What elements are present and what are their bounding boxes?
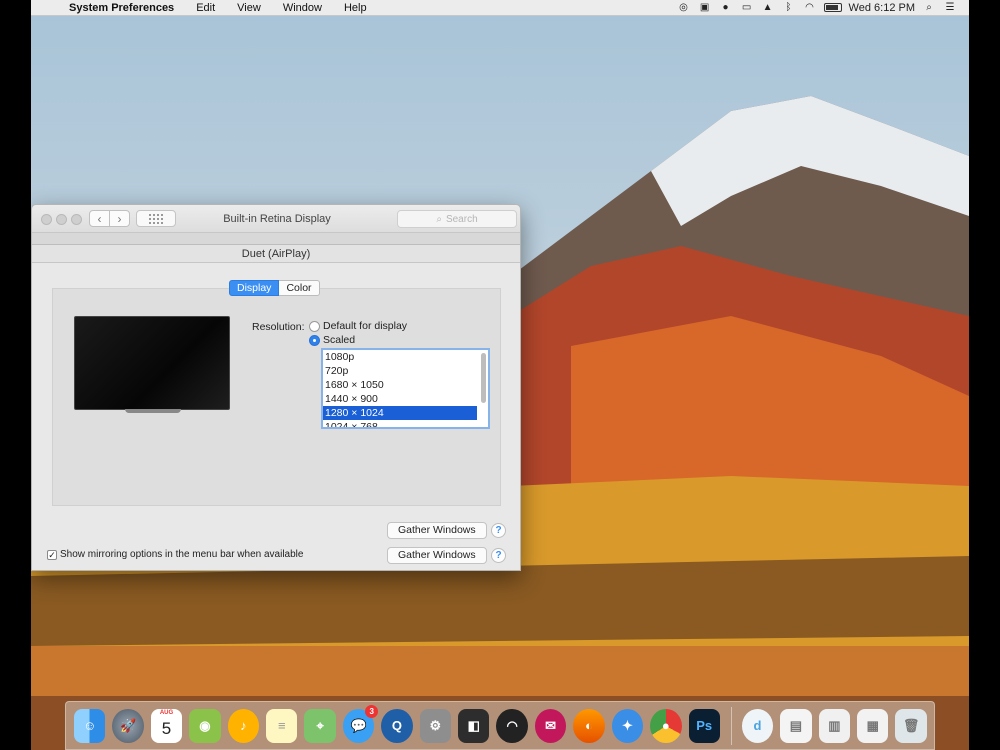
evernote-status-icon[interactable]: ● xyxy=(719,2,733,13)
finder-icon[interactable]: ☺ xyxy=(74,708,106,743)
minimize-window-button[interactable] xyxy=(56,214,67,225)
wifi-icon[interactable]: ◠ xyxy=(803,2,817,13)
search-icon: ⌕ xyxy=(436,213,442,225)
tab-color[interactable]: Color xyxy=(279,280,320,296)
calendar-day: 5 xyxy=(161,718,172,738)
scaled-radio[interactable] xyxy=(309,335,320,346)
tab-display[interactable]: Display xyxy=(229,280,280,296)
chrome-icon[interactable]: ● xyxy=(650,708,682,743)
launchpad-icon[interactable]: 🚀 xyxy=(112,708,144,743)
scaled-label[interactable]: Scaled xyxy=(323,334,355,346)
maps-icon[interactable]: ⌖ xyxy=(304,708,336,743)
zoom-window-button[interactable] xyxy=(71,214,82,225)
mirroring-status-icon[interactable]: ▭ xyxy=(740,2,754,13)
bluetooth-icon[interactable]: ᛒ xyxy=(782,2,796,13)
grid-icon xyxy=(149,213,163,224)
display-status-icon[interactable]: ▣ xyxy=(698,2,712,13)
clock[interactable]: Wed 6:12 PM xyxy=(849,2,915,14)
menu-view[interactable]: View xyxy=(226,2,272,14)
resolution-option[interactable]: 1024 × 768 xyxy=(323,420,477,427)
window-title: Built-in Retina Display xyxy=(223,213,331,225)
airplay-icon[interactable]: ▲ xyxy=(761,2,775,13)
system-preferences-icon[interactable]: ⚙ xyxy=(419,708,452,743)
search-input[interactable]: ⌕ Search xyxy=(397,210,517,228)
gather-windows-button[interactable]: Gather Windows xyxy=(387,522,487,539)
help-button-main[interactable]: ? xyxy=(491,548,506,563)
messages-icon[interactable]: 💬 3 xyxy=(342,704,379,743)
battery-icon[interactable] xyxy=(823,3,842,12)
notification-center-icon[interactable]: ☰ xyxy=(943,2,957,13)
spotlight-icon[interactable]: ⌕ xyxy=(922,2,936,13)
window-stack-icon[interactable]: ▦ xyxy=(857,708,889,743)
quicktime-icon[interactable]: Q xyxy=(381,708,413,743)
calendar-month: AUG xyxy=(159,709,174,716)
resolution-option-selected[interactable]: 1280 × 1024 xyxy=(323,406,477,420)
menu-bar: System Preferences Edit View Window Help… xyxy=(31,0,969,16)
display-preferences-window: ‹ › Built-in Retina Display ⌕ Search Due… xyxy=(31,204,521,571)
help-button[interactable]: ? xyxy=(491,523,506,538)
back-button[interactable]: ‹ xyxy=(89,210,110,227)
forward-button[interactable]: › xyxy=(109,210,130,227)
display-panel: Resolution: Default for display Scaled 1… xyxy=(52,288,501,506)
default-for-display-radio[interactable] xyxy=(309,321,320,332)
firefox-icon[interactable]: ◐ xyxy=(573,708,605,743)
resolution-option[interactable]: 720p xyxy=(323,364,477,378)
calendar-icon[interactable]: AUG 5 xyxy=(150,708,183,743)
menu-window[interactable]: Window xyxy=(272,2,333,14)
resolution-option[interactable]: 1080p xyxy=(323,350,477,364)
show-mirroring-label[interactable]: Show mirroring options in the menu bar w… xyxy=(60,549,303,560)
airmail-icon[interactable]: ✉ xyxy=(534,708,567,743)
dock-separator xyxy=(730,706,732,745)
photoshop-icon[interactable]: Ps xyxy=(688,708,720,743)
resolution-list[interactable]: 1080p 720p 1680 × 1050 1440 × 900 1280 ×… xyxy=(321,348,490,429)
messages-badge: 3 xyxy=(365,704,379,718)
title-bar[interactable]: ‹ › Built-in Retina Display ⌕ Search xyxy=(32,205,520,233)
search-placeholder: Search xyxy=(445,213,478,225)
resolution-label: Resolution: xyxy=(252,321,305,333)
document-stack-icon[interactable]: ▤ xyxy=(780,708,812,743)
duet-status-icon[interactable]: ◎ xyxy=(677,2,691,13)
sheet-header xyxy=(32,233,520,245)
wifi-app-icon[interactable]: ◠ xyxy=(496,708,528,743)
resolution-option[interactable]: 1680 × 1050 xyxy=(323,378,477,392)
trash-icon[interactable]: 🗑 xyxy=(895,708,927,743)
monitor-preview-image xyxy=(74,316,230,413)
app-menu[interactable]: System Preferences xyxy=(61,2,185,14)
gather-windows-button-main[interactable]: Gather Windows xyxy=(387,547,487,564)
android-studio-icon[interactable]: ◉ xyxy=(189,708,221,743)
image-capture-icon[interactable]: ◧ xyxy=(458,708,490,743)
downloads-folder-icon[interactable]: d xyxy=(741,708,774,743)
menu-help[interactable]: Help xyxy=(333,2,378,14)
menu-edit[interactable]: Edit xyxy=(185,2,226,14)
safari-icon[interactable]: ✦ xyxy=(611,708,644,743)
resolution-option[interactable]: 1440 × 900 xyxy=(323,392,477,406)
device-title: Duet (AirPlay) xyxy=(32,245,520,263)
dock: ☺ 🚀 AUG 5 ◉ ♪ ≡ ⌖ 💬 3 Q ⚙ ◧ ◠ ✉ ◐ ✦ ● Ps… xyxy=(65,701,935,750)
screenshot-stack-icon[interactable]: ▥ xyxy=(818,708,851,743)
itunes-icon[interactable]: ♪ xyxy=(227,708,260,743)
segmented-tabs: Display Color xyxy=(229,280,320,296)
show-mirroring-checkbox[interactable]: ✓ xyxy=(47,550,57,560)
close-window-button[interactable] xyxy=(41,214,52,225)
show-all-button[interactable] xyxy=(136,210,176,227)
default-for-display-label[interactable]: Default for display xyxy=(323,320,407,332)
notes-icon[interactable]: ≡ xyxy=(266,708,298,743)
resolution-list-scrollbar[interactable] xyxy=(481,353,486,403)
